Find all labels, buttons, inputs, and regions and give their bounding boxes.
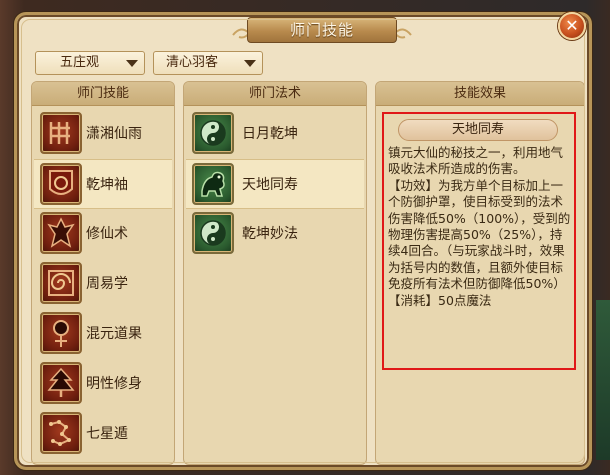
- warrior-icon: [40, 212, 82, 254]
- methods-panel: 师门法术 日月乾坤 天地同寿 乾坤妙法: [183, 81, 367, 465]
- skill-item[interactable]: 周易学: [34, 259, 172, 309]
- effect-cost: 【消耗】50点魔法: [388, 292, 492, 308]
- skills-header: 师门技能: [32, 82, 174, 106]
- effect-description: 镇元大仙的秘技之一，利用地气吸收法术所造成的伤害。 【功效】为我方单个目标加上一…: [388, 145, 574, 309]
- skill-label: 明性修身: [86, 376, 142, 392]
- skill-label: 修仙术: [86, 226, 128, 242]
- sect-dropdown[interactable]: 五庄观: [35, 51, 145, 75]
- effect-panel: 技能效果 天地同寿 镇元大仙的秘技之一，利用地气吸收法术所造成的伤害。 【功效】…: [375, 81, 585, 465]
- method-item[interactable]: 日月乾坤: [186, 109, 364, 159]
- chevron-down-icon: [244, 60, 256, 67]
- sect-dropdown-value: 五庄观: [60, 55, 100, 70]
- effect-intro: 镇元大仙的秘技之一，利用地气吸收法术所造成的伤害。: [388, 145, 564, 177]
- orb-fruit-icon: [40, 312, 82, 354]
- close-button[interactable]: ✕: [558, 12, 586, 40]
- sleeve-shield-icon: [40, 163, 82, 205]
- chevron-down-icon: [126, 60, 138, 67]
- method-label: 天地同寿: [242, 177, 298, 193]
- method-label: 日月乾坤: [242, 126, 298, 142]
- effect-name: 天地同寿: [398, 119, 558, 141]
- skill-label: 混元道果: [86, 326, 142, 342]
- skill-item[interactable]: 明性修身: [34, 359, 172, 409]
- style-dropdown-value: 清心羽客: [166, 55, 219, 70]
- skills-window: 师门技能 五庄观 清心羽客 师门技能 潇湘仙雨 乾坤袖 修仙术 周易学 混元道果…: [14, 12, 592, 470]
- yinyang-icon: [192, 112, 234, 154]
- methods-header: 师门法术: [184, 82, 366, 106]
- window-title: 师门技能: [247, 17, 397, 43]
- grid-rune-icon: [40, 112, 82, 154]
- skill-item[interactable]: 潇湘仙雨: [34, 109, 172, 159]
- background-scenery-right: [596, 300, 610, 460]
- tree-figure-icon: [40, 362, 82, 404]
- skill-item-selected[interactable]: 乾坤袖: [34, 159, 172, 209]
- skills-panel: 师门技能 潇湘仙雨 乾坤袖 修仙术 周易学 混元道果 明性修身 七星遁: [31, 81, 175, 465]
- method-label: 乾坤妙法: [242, 226, 298, 242]
- skill-label: 周易学: [86, 276, 128, 292]
- skill-item[interactable]: 七星遁: [34, 409, 172, 459]
- style-dropdown[interactable]: 清心羽客: [153, 51, 263, 75]
- skill-label: 潇湘仙雨: [86, 126, 142, 142]
- skill-label: 乾坤袖: [86, 177, 128, 193]
- game-scene: 师门技能 五庄观 清心羽客 师门技能 潇湘仙雨 乾坤袖 修仙术 周易学 混元道果…: [0, 0, 610, 475]
- skill-item[interactable]: 混元道果: [34, 309, 172, 359]
- effect-function: 【功效】为我方单个目标加上一个防御护罩，使目标受到的法术伤害降低50%（100%…: [388, 177, 571, 292]
- beast-icon: [192, 163, 234, 205]
- yinyang-icon: [192, 212, 234, 254]
- method-item[interactable]: 乾坤妙法: [186, 209, 364, 259]
- skill-label: 七星遁: [86, 426, 128, 442]
- effect-header: 技能效果: [376, 82, 584, 106]
- skill-item[interactable]: 修仙术: [34, 209, 172, 259]
- spiral-scroll-icon: [40, 262, 82, 304]
- constellation-icon: [40, 412, 82, 454]
- method-item-selected[interactable]: 天地同寿: [186, 159, 364, 209]
- effect-highlight-box: 天地同寿 镇元大仙的秘技之一，利用地气吸收法术所造成的伤害。 【功效】为我方单个…: [382, 112, 576, 370]
